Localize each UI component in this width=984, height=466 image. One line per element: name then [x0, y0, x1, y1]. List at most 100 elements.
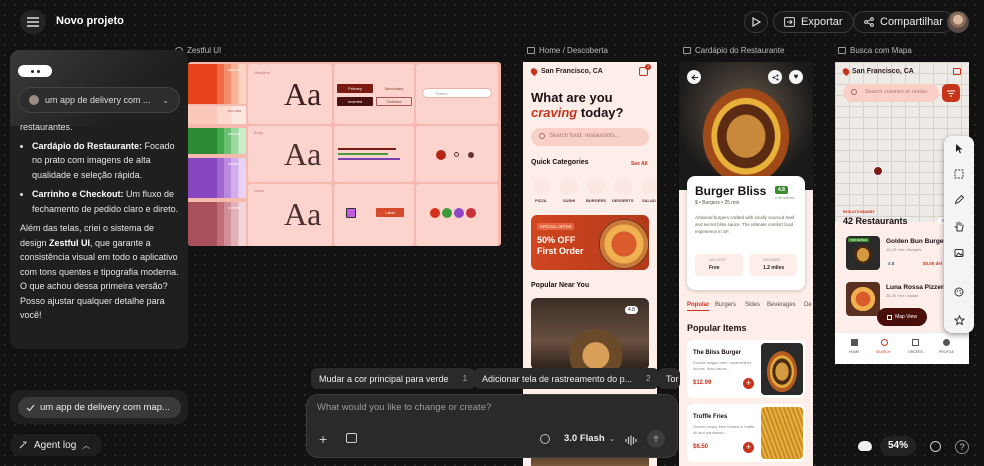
model-selector[interactable]: 3.0 Flash ⌄ [564, 433, 615, 444]
chip-purple-icon [454, 208, 464, 218]
share-button[interactable]: Compartilhar [853, 11, 954, 33]
see-all-link[interactable]: See All [631, 161, 648, 167]
arrow-left-icon [690, 74, 698, 80]
chevron-up-icon: ︿ [82, 440, 91, 450]
map-view-button[interactable]: Map View [877, 308, 927, 326]
restaurant-description: Artisanal burgers crafted with locally s… [695, 215, 795, 234]
category-burgers-icon[interactable] [587, 177, 605, 195]
frame-label-home[interactable]: Home / Descoberta [527, 46, 608, 55]
agent-log-button[interactable]: Agent log ︿ [10, 434, 102, 456]
menu-frame[interactable]: ♥ Burger Bliss 4.8 2.5k reviews $ • Burg… [679, 62, 813, 466]
nav-search-icon[interactable] [881, 339, 888, 346]
type-card-body: Body Aa [248, 126, 332, 182]
zoom-level[interactable]: 54% [880, 436, 916, 456]
frame-label-menu[interactable]: Cardápio do Restaurante [683, 46, 784, 55]
suggestion-chip[interactable]: Tor [658, 368, 680, 389]
frame-icon [683, 47, 691, 54]
suggestion-chip[interactable]: Mudar a cor principal para verde 1 [311, 368, 476, 389]
category-sushi-icon[interactable] [560, 177, 578, 195]
nav-orders-icon[interactable] [912, 339, 919, 346]
design-system-frame[interactable]: #E85C35 #FCC9B9 #3EA049 #9A5BC7 #C76B77 … [188, 62, 501, 246]
line-sample [338, 153, 388, 155]
menu-item-card[interactable]: The Bliss Burger Double wagyu beef, cara… [687, 340, 805, 398]
menu-button[interactable] [20, 10, 46, 34]
filter-button[interactable] [942, 84, 960, 102]
context-chip[interactable]: um app de delivery com ... ⌄ [18, 87, 180, 113]
chips-card [416, 184, 498, 246]
export-button[interactable]: Exportar [773, 11, 854, 33]
frame-select-tool-icon[interactable] [951, 166, 967, 182]
promo-banner[interactable]: SPECIAL OFFER 50% OFF First Order [531, 215, 649, 270]
back-button[interactable] [687, 70, 701, 84]
theme-toggle-icon[interactable] [930, 441, 941, 452]
heart-icon: ♥ [793, 72, 799, 81]
checkbox-sample-icon [346, 208, 356, 218]
share-button[interactable] [768, 70, 782, 84]
category-label: SALAD [642, 198, 656, 203]
menu-tab-popular[interactable]: Popular [687, 302, 710, 311]
sparkle-icon [19, 441, 27, 449]
home-search-input[interactable]: Search food, restaurants... [531, 128, 649, 146]
favorite-button[interactable]: ♥ [789, 70, 803, 84]
search-sample: Search [422, 88, 492, 98]
cart-icon[interactable] [953, 68, 961, 75]
add-attachment-icon[interactable]: + [319, 432, 327, 446]
map-search-input[interactable]: Search cuisines or restau [843, 84, 939, 102]
menu-item-card[interactable]: Truffle Fries Golden crispy fries tossed… [687, 404, 805, 462]
add-item-button[interactable]: + [743, 442, 754, 453]
user-icon [468, 152, 474, 158]
hamburger-icon [27, 17, 39, 27]
category-pizza-icon[interactable] [533, 177, 551, 195]
star-tool-icon[interactable] [951, 312, 967, 328]
lines-card [334, 126, 414, 182]
search-card: Search [416, 64, 498, 124]
hand-tool-icon[interactable] [951, 218, 967, 234]
export-icon [784, 17, 795, 27]
screen-capture-icon[interactable] [346, 433, 357, 443]
palette-icon[interactable] [540, 434, 550, 444]
menu-tab-beverages[interactable]: Beverages [767, 302, 796, 308]
menu-tab-sides[interactable]: Sides [745, 302, 760, 308]
cloud-sync-icon[interactable] [858, 441, 872, 451]
cursor-tool-icon[interactable] [951, 140, 967, 156]
frame-label-map[interactable]: Busca com Mapa [838, 46, 912, 55]
voice-input-icon[interactable] [625, 433, 637, 451]
suggestion-chip[interactable]: Adicionar tela de rastreamento do p... 2 [474, 368, 659, 389]
cart-badge: 2 [645, 64, 651, 70]
nav-profile-icon[interactable] [943, 339, 950, 346]
prompt-input[interactable]: What would you like to change or create? [317, 402, 667, 413]
home-heading-line2: craving today? [531, 105, 624, 120]
frame-icon [527, 47, 535, 54]
burger-item-image [761, 343, 803, 395]
chip-avatar [29, 95, 39, 105]
chevron-down-icon: ⌄ [162, 95, 169, 105]
home-location[interactable]: San Francisco, CA [541, 68, 603, 75]
nav-home-icon[interactable] [851, 339, 858, 346]
share-icon [864, 17, 874, 27]
help-icon[interactable]: ? [955, 440, 969, 454]
arrow-up-icon [653, 435, 659, 442]
preview-play-button[interactable] [744, 11, 768, 33]
menu-tab-more[interactable]: De [804, 302, 812, 308]
line-sample [338, 148, 396, 150]
category-salad-icon[interactable] [641, 177, 657, 195]
category-desserts-icon[interactable] [614, 177, 632, 195]
restaurant-info-card: Burger Bliss 4.8 2.5k reviews $ • Burger… [687, 176, 805, 290]
reviews-count: 2.5k reviews [775, 196, 795, 200]
add-item-button[interactable]: + [743, 378, 754, 389]
menu-tab-burgers[interactable]: Burgers [715, 302, 736, 308]
task-chip[interactable]: um app de delivery com map... [18, 397, 181, 418]
palette-tool-icon[interactable] [951, 284, 967, 300]
map-marker-icon[interactable] [873, 166, 883, 176]
image-tool-icon[interactable] [951, 245, 967, 261]
checkmark-icon [26, 404, 35, 411]
share-label: Compartilhar [880, 16, 943, 28]
location-pin-icon [529, 66, 539, 77]
pencil-tool-icon[interactable] [951, 192, 967, 208]
search-icon [539, 133, 545, 139]
map-location[interactable]: San Francisco, CA [852, 68, 914, 75]
pizza-image [599, 219, 649, 269]
popular-rating: 4.8 [625, 306, 638, 314]
send-button[interactable] [647, 430, 665, 448]
user-avatar[interactable] [947, 11, 969, 33]
